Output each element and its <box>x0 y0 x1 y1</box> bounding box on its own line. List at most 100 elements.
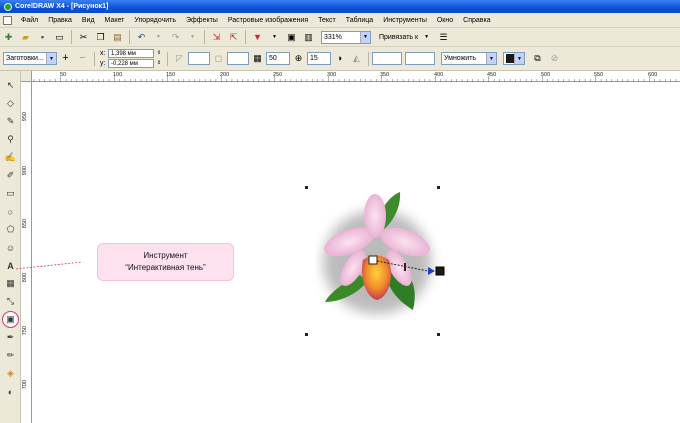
undo-dropdown-icon[interactable]: ▼ <box>152 31 165 44</box>
menu-help[interactable]: Справка <box>458 17 495 24</box>
presets-combo[interactable]: Заготовки... ▼ <box>3 52 57 65</box>
options-icon[interactable]: ☰ <box>437 31 450 44</box>
x-offset-input[interactable]: 1,398 мм <box>108 49 154 58</box>
chevron-down-icon[interactable]: ▼ <box>514 53 524 64</box>
rectangle-tool-icon[interactable]: ▭ <box>2 185 19 202</box>
ruler-corner[interactable] <box>21 71 32 82</box>
window-title: CorelDRAW X4 - [Рисунок1] <box>15 3 109 10</box>
shadow-color-picker[interactable]: ▼ <box>503 52 525 65</box>
menu-layout[interactable]: Макет <box>100 17 130 24</box>
zoom-value: 331% <box>324 33 342 41</box>
separator <box>167 51 168 66</box>
redo-dropdown-icon[interactable]: ▼ <box>186 31 199 44</box>
shadow-angle-input[interactable] <box>188 52 210 65</box>
import-icon[interactable]: ⇲ <box>210 31 223 44</box>
welcome-screen-icon[interactable]: ▣ <box>285 31 298 44</box>
menu-window[interactable]: Окно <box>432 17 458 24</box>
selection-handle[interactable] <box>437 186 440 189</box>
add-preset-icon[interactable]: + <box>59 52 72 65</box>
shadow-stretch-input[interactable] <box>227 52 249 65</box>
pick-tool-icon[interactable]: ↖ <box>2 77 19 94</box>
spinner-icon[interactable]: ⇕ <box>156 57 162 70</box>
menu-tools[interactable]: Инструменты <box>378 17 432 24</box>
shadow-angle-icon: ◸ <box>176 53 183 63</box>
save-icon[interactable]: ▪ <box>36 31 49 44</box>
remove-preset-icon[interactable]: − <box>76 52 89 65</box>
corel-online-icon[interactable]: ▥ <box>302 31 315 44</box>
opacity-slider[interactable] <box>404 263 406 271</box>
zoom-tool-icon[interactable]: ⚲ <box>2 131 19 148</box>
interactive-drop-shadow-tool-icon[interactable]: ▣ <box>2 311 19 328</box>
freehand-tool-icon[interactable]: ✍ <box>2 149 19 166</box>
new-document-icon[interactable]: ✚ <box>2 31 15 44</box>
chevron-down-icon[interactable]: ▼ <box>360 31 370 43</box>
blend-mode-value: Умножить <box>444 55 477 62</box>
copy-shadow-properties-icon[interactable]: ⧉ <box>531 52 544 65</box>
menu-view[interactable]: Вид <box>77 17 100 24</box>
snap-dropdown-icon[interactable]: ▼ <box>420 31 433 44</box>
paste-icon[interactable]: ▤ <box>111 31 124 44</box>
cut-icon[interactable]: ✂ <box>77 31 90 44</box>
chevron-down-icon[interactable]: ▼ <box>46 53 56 64</box>
launcher-dropdown-icon[interactable]: ▼ <box>268 31 281 44</box>
h-ruler-ticks <box>33 76 677 82</box>
menu-effects[interactable]: Эффекты <box>181 17 223 24</box>
shadow-vector-control[interactable] <box>362 254 452 284</box>
standard-toolbar: ✚ ▰ ▪ ▭ ✂ ❐ ▤ ↶ ▼ ↷ ▼ ⇲ ⇱ ▼ ▼ ▣ ▥ 331% ▼… <box>0 28 680 47</box>
selection-handle[interactable] <box>437 333 440 336</box>
feather-input[interactable]: 15 <box>307 52 331 65</box>
menu-arrange[interactable]: Упорядочить <box>129 17 181 24</box>
fill-tool-icon[interactable]: ◈ <box>2 365 19 382</box>
print-icon[interactable]: ▭ <box>53 31 66 44</box>
basic-shapes-tool-icon[interactable]: ☺ <box>2 239 19 256</box>
fade-input[interactable] <box>372 52 402 65</box>
menu-table[interactable]: Таблица <box>341 17 378 24</box>
menu-file[interactable]: Файл <box>16 17 43 24</box>
menu-text[interactable]: Текст <box>313 17 341 24</box>
interactive-fill-tool-icon[interactable]: ◐ <box>2 383 19 400</box>
vertical-ruler[interactable]: 950 900 850 800 750 700 <box>21 82 32 423</box>
application-launcher-icon[interactable]: ▼ <box>251 31 264 44</box>
callout-line-2: “Интерактивная тень” <box>125 263 206 272</box>
smart-fill-tool-icon[interactable]: ✐ <box>2 167 19 184</box>
redo-icon[interactable]: ↷ <box>169 31 182 44</box>
chevron-down-icon[interactable]: ▼ <box>486 53 496 64</box>
copy-icon[interactable]: ❐ <box>94 31 107 44</box>
ellipse-tool-icon[interactable]: ○ <box>2 203 19 220</box>
eyedropper-tool-icon[interactable]: ✒ <box>2 329 19 346</box>
coreldraw-app-icon <box>4 2 12 11</box>
shadow-arrow-icon <box>428 267 435 275</box>
polygon-tool-icon[interactable]: ⬠ <box>2 221 19 238</box>
shape-tool-icon[interactable]: ◇ <box>2 95 19 112</box>
shadow-start-handle[interactable] <box>368 255 378 265</box>
dimension-tool-icon[interactable]: ⤡ <box>2 293 19 310</box>
crop-tool-icon[interactable]: ✎ <box>2 113 19 130</box>
title-bar: CorelDRAW X4 - [Рисунок1] <box>0 0 680 13</box>
y-offset-input[interactable]: -0,228 мм <box>108 59 154 68</box>
outline-tool-icon[interactable]: ✏ <box>2 347 19 364</box>
toolbox: ↖ ◇ ✎ ⚲ ✍ ✐ ▭ ○ ⬠ ☺ A ▦ ⤡ ▣ ✒ ✏ ◈ ◐ <box>0 71 21 423</box>
zoom-combo[interactable]: 331% ▼ <box>321 30 371 44</box>
opacity-input[interactable]: 50 <box>266 52 290 65</box>
separator <box>368 51 369 66</box>
undo-icon[interactable]: ↶ <box>135 31 148 44</box>
selection-handle[interactable] <box>305 333 308 336</box>
v-tick: 850 <box>22 219 28 229</box>
feather-direction-icon[interactable]: ◑ <box>333 52 346 65</box>
feather-edges-icon[interactable]: ◭ <box>350 52 363 65</box>
shadow-end-handle[interactable] <box>435 266 445 276</box>
blend-mode-combo[interactable]: Умножить ▼ <box>441 52 497 65</box>
v-tick: 700 <box>22 380 28 390</box>
stretch-input[interactable] <box>405 52 435 65</box>
menu-bitmaps[interactable]: Растровые изображения <box>223 17 313 24</box>
menu-edit[interactable]: Правка <box>43 17 77 24</box>
horizontal-ruler[interactable]: 50 100 150 200 250 300 350 400 450 500 5… <box>32 71 680 82</box>
shadow-stretch-icon: ◻ <box>214 53 223 63</box>
export-icon[interactable]: ⇱ <box>227 31 240 44</box>
document-icon[interactable] <box>3 15 12 25</box>
selection-handle[interactable] <box>305 186 308 189</box>
clear-shadow-icon[interactable]: ⊘ <box>548 52 561 65</box>
table-tool-icon[interactable]: ▦ <box>2 275 19 292</box>
snap-to-label[interactable]: Привязать к <box>379 34 418 41</box>
open-folder-icon[interactable]: ▰ <box>19 31 32 44</box>
